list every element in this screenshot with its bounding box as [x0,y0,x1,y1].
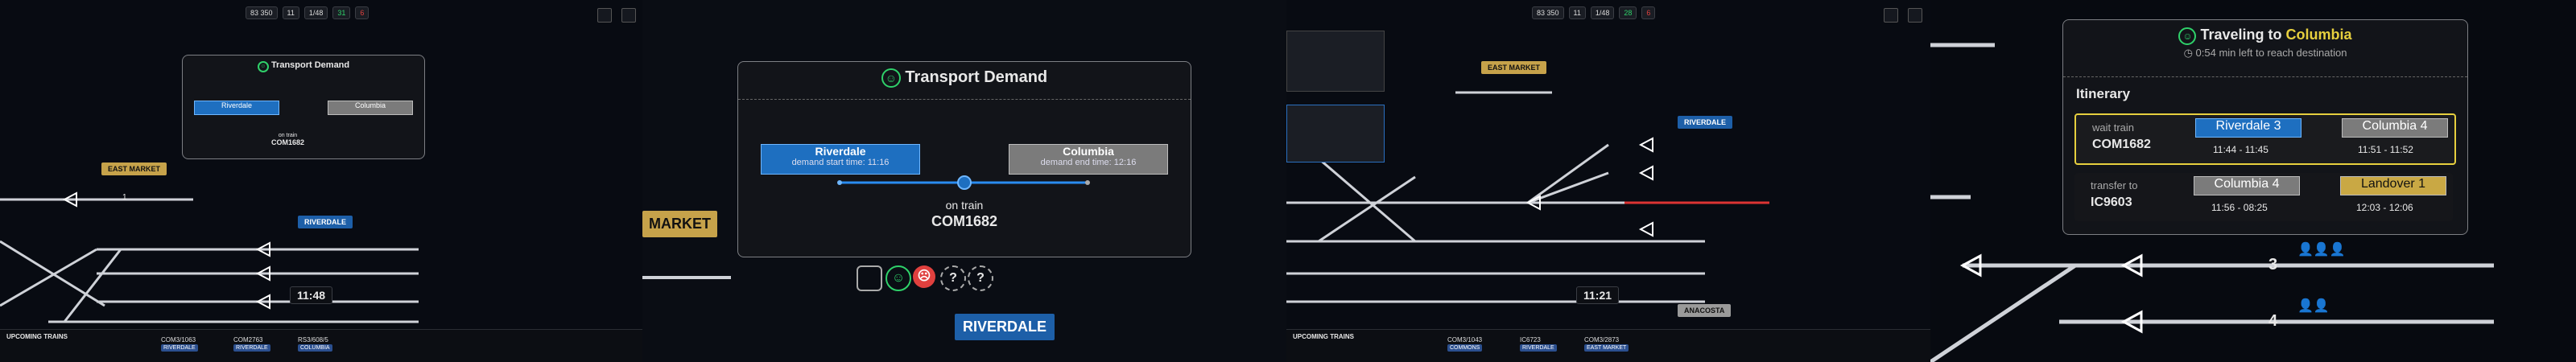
clock-icon: ◷ [2183,47,2193,59]
step1-to: Columbia 4 [2342,118,2448,138]
unknown-button-2[interactable]: ? [968,265,993,291]
unknown-button-1[interactable]: ? [940,265,966,291]
step1-train: COM1682 [2092,138,2151,151]
itinerary-step-1[interactable]: wait train COM1682 Riverdale 3 Columbia … [2074,113,2456,165]
happy-face-icon: ☺ [257,61,269,72]
station-riverdale[interactable]: RIVERDALE [1678,116,1733,129]
bad-counter: 6 [355,6,369,19]
menu-button[interactable] [621,8,636,23]
to-station-bar: Columbia [328,101,413,115]
step1-from: Riverdale 3 [2195,118,2301,138]
transport-demand-mini: ☺ Transport Demand Riverdale Columbia on… [182,55,425,159]
info-icon[interactable] [857,265,882,291]
travel-destination: Columbia [2285,27,2352,43]
station-riverdale[interactable]: RIVERDALE [298,216,353,228]
upcoming-header: UPCOMING TRAINS [1293,333,1354,340]
upcoming-train-2[interactable]: IC6723 RIVERDALE [1520,336,1559,352]
hud-top: 83 350 11 1/48 31 6 [246,6,369,19]
upcoming-train-3[interactable]: COM3/2873 EAST MARKET [1584,336,1631,352]
bad-counter: 6 [1641,6,1656,19]
travel-title-prefix: Traveling to [2200,27,2286,43]
menu-button[interactable] [1908,8,1922,23]
settings-button[interactable] [1884,8,1898,23]
happy-face-button[interactable]: ☺ [886,265,911,291]
hud-top: 83 350 11 1/48 28 6 [1532,6,1656,19]
passengers-left: 1/48 [303,6,328,19]
passenger-icons-4: 👤👤 [2297,299,2330,313]
train-id: COM1682 [271,138,305,146]
traveling-card: ☺ Traveling to Columbia ◷ 0:54 min left … [2062,19,2468,235]
track-number-1: 1 [122,193,127,202]
track-number-4: 4 [2268,312,2278,330]
from-station-bar: Riverdale [194,101,279,115]
timetable-window-1[interactable] [1286,31,1385,92]
eta-text: ◷ 0:54 min left to reach destination [2183,47,2347,59]
passenger-icons-3: 👤👤👤 [2297,243,2346,257]
itinerary-step-2[interactable]: transfer to IC9603 Columbia 4 Landover 1… [2074,173,2453,221]
ok-counter: 31 [332,6,351,19]
game-clock: 11:48 [290,286,333,304]
to-station-bar: Columbia demand end time: 12:16 [1009,144,1168,175]
game-clock: 11:21 [1576,286,1620,304]
step2-train: IC9603 [2091,195,2132,209]
from-station-bar: Riverdale demand start time: 11:16 [761,144,920,175]
trains-counter: 11 [1568,6,1586,19]
happy-face-icon: ☺ [881,68,901,88]
station-east-market[interactable]: EAST MARKET [1481,61,1546,74]
money-counter: 83 350 [246,6,278,19]
upcoming-header: UPCOMING TRAINS [6,333,68,340]
timetable-window-2[interactable] [1286,105,1385,162]
step2-to: Landover 1 [2340,176,2446,195]
station-market[interactable]: MARKET [642,211,717,237]
upcoming-trains-bar: UPCOMING TRAINS COM3/1043 COMMONS IC6723 R… [1286,329,1930,362]
upcoming-train-2[interactable]: COM2763 RIVERDALE [233,336,273,352]
demand-title: Transport Demand [905,68,1048,86]
trains-counter: 11 [282,6,299,19]
station-east-market[interactable]: EAST MARKET [101,162,167,175]
upcoming-train-1[interactable]: COM3/1043 COMMONS [1447,336,1484,352]
money-counter: 83 350 [1532,6,1564,19]
upcoming-trains-bar: UPCOMING TRAINS COM3/1063 RIVERDALE COM27… [0,329,642,362]
track-number-3: 3 [2268,256,2278,274]
upcoming-train-3[interactable]: RS3/608/5 COLUMBIA [298,336,335,352]
itinerary-header: Itinerary [2076,86,2131,101]
station-riverdale[interactable]: RIVERDALE [955,314,1055,340]
demand-title: Transport Demand [270,60,350,70]
station-anacosta[interactable]: ANACOSTA [1678,304,1732,317]
happy-face-icon: ☺ [2178,27,2197,45]
sad-face-button[interactable]: ☹ [913,265,935,288]
transport-demand-card: ☺ Transport Demand Riverdale demand star… [737,61,1191,257]
upcoming-train-1[interactable]: COM3/1063 RIVERDALE [161,336,200,352]
step2-from: Columbia 4 [2194,176,2300,195]
panel-itinerary: ☺ Traveling to Columbia ◷ 0:54 min left … [1930,0,2576,362]
panel-demand-zoom: MARKET ☺ Transport Demand Riverdale dema… [642,0,1286,362]
train-id: COM1682 [931,213,998,229]
panel-overview: 83 350 11 1/48 31 6 ☺ Transport Demand R… [0,0,642,362]
passengers-left: 1/48 [1590,6,1615,19]
panel-network: 83 350 11 1/48 28 6 EAST MARKET RIVERDAL… [1286,0,1930,362]
ok-counter: 28 [1619,6,1637,19]
settings-button[interactable] [597,8,612,23]
